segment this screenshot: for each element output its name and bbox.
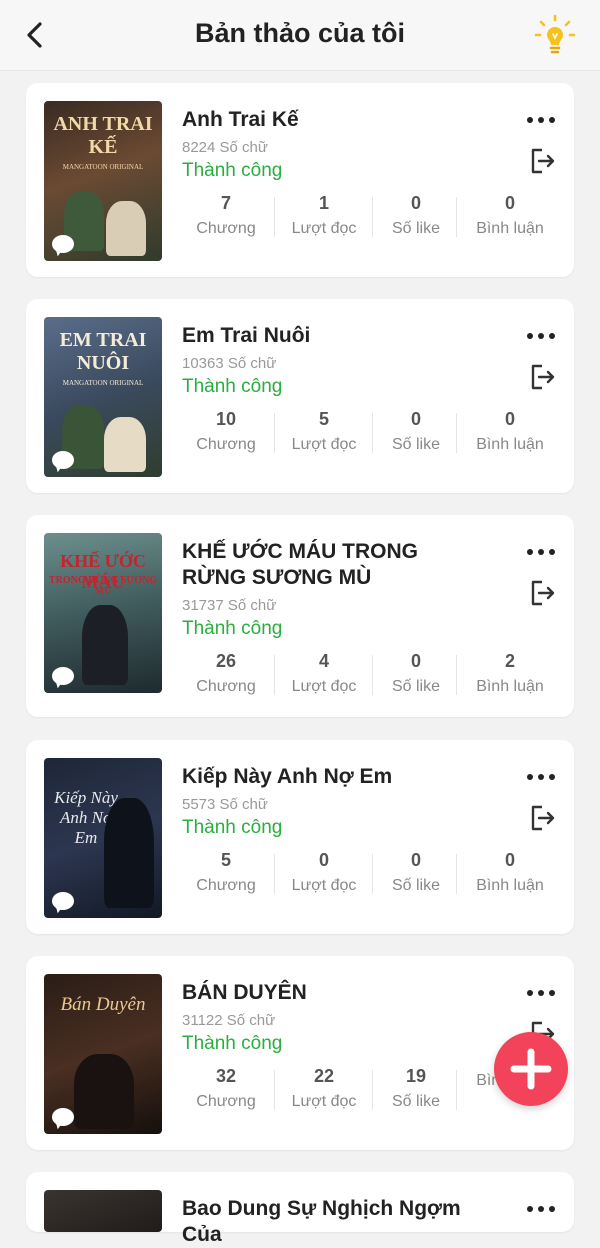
comment-bubble-icon: [52, 667, 74, 685]
more-options-icon[interactable]: [526, 1203, 556, 1215]
export-icon[interactable]: [528, 579, 556, 607]
stat-chapters: 26 Chương: [196, 651, 256, 695]
book-title: Kiếp Này Anh Nợ Em: [182, 765, 393, 788]
more-options-icon[interactable]: [526, 114, 556, 126]
book-title: KHẾ ƯỚC MÁU TRONG RỪNG SƯƠNG MÙ: [182, 540, 418, 589]
book-cover[interactable]: KHẾ ƯỚC MÁU TRONG RỪNG SƯƠNG MÙ: [44, 533, 162, 693]
page-title: Bản thảo của tôi: [194, 18, 405, 48]
book-cover[interactable]: EM TRAI NUÔI MANGATOON ORIGINAL: [44, 317, 162, 477]
book-stats: 10 Chương 5 Lượt đọc 0 Số like 0 Bình luận: [182, 409, 562, 461]
stat-chapters: 7 Chương: [196, 193, 256, 237]
book-card[interactable]: EM TRAI NUÔI MANGATOON ORIGINAL Em Trai …: [26, 299, 574, 493]
word-count: 31737 Số chữ: [182, 597, 277, 614]
book-card[interactable]: Bao Dung Sự Nghịch Ngợm Của: [26, 1172, 574, 1246]
cover-title: ANH TRAI KẾ: [53, 113, 153, 158]
stat-chapters: 10 Chương: [196, 409, 256, 453]
cover-title: Bán Duyên: [60, 994, 146, 1015]
export-icon[interactable]: [528, 147, 556, 175]
add-draft-button[interactable]: [494, 1032, 568, 1106]
app-header: Bản thảo của tôi: [0, 0, 600, 71]
more-options-icon[interactable]: [526, 987, 556, 999]
book-card[interactable]: Bán Duyên BÁN DUYÊN 31122 Số chữ Thành c…: [26, 956, 574, 1150]
stat-reads: 22 Lượt đọc: [291, 1066, 357, 1110]
stat-reads: 0 Lượt đọc: [291, 850, 357, 894]
book-cover[interactable]: ANH TRAI KẾ MANGATOON ORIGINAL: [44, 101, 162, 261]
stat-comments: 2 Bình luận: [476, 651, 544, 695]
status-label: Thành công: [182, 160, 283, 181]
stat-likes: 19 Số like: [391, 1066, 441, 1110]
book-title: BÁN DUYÊN: [182, 981, 307, 1004]
word-count: 10363 Số chữ: [182, 355, 277, 372]
book-title: Bao Dung Sự Nghịch Ngợm Của: [182, 1197, 461, 1246]
lightbulb-icon[interactable]: [533, 14, 577, 58]
stat-chapters: 32 Chương: [196, 1066, 256, 1110]
stat-chapters: 5 Chương: [196, 850, 256, 894]
book-title: Anh Trai Kế: [182, 108, 299, 131]
status-label: Thành công: [182, 376, 283, 397]
stat-comments: 0 Bình luận: [476, 409, 544, 453]
book-card[interactable]: ANH TRAI KẾ MANGATOON ORIGINAL Anh Trai …: [26, 83, 574, 277]
stat-comments: 0 Bình luận: [476, 850, 544, 894]
word-count: 8224 Số chữ: [182, 139, 268, 156]
stat-likes: 0 Số like: [391, 850, 441, 894]
cover-subtitle: MANGATOON ORIGINAL: [62, 379, 144, 387]
book-title: Em Trai Nuôi: [182, 324, 311, 347]
status-label: Thành công: [182, 1033, 283, 1054]
book-stats: 7 Chương 1 Lượt đọc 0 Số like 0 Bình luận: [182, 193, 562, 245]
stat-comments: 0 Bình luận: [476, 193, 544, 237]
comment-bubble-icon: [52, 451, 74, 469]
stat-reads: 5 Lượt đọc: [291, 409, 357, 453]
book-cover[interactable]: Bán Duyên: [44, 974, 162, 1134]
word-count: 31122 Số chữ: [182, 1012, 276, 1029]
stat-reads: 1 Lượt đọc: [291, 193, 357, 237]
cover-subtitle: TRONG RỪNG SƯƠNG MÙ: [48, 575, 158, 597]
cover-subtitle: MANGATOON ORIGINAL: [62, 163, 144, 171]
more-options-icon[interactable]: [526, 546, 556, 558]
more-options-icon[interactable]: [526, 771, 556, 783]
book-card[interactable]: KHẾ ƯỚC MÁU TRONG RỪNG SƯƠNG MÙ KHẾ ƯỚC …: [26, 515, 574, 717]
stat-likes: 0 Số like: [391, 409, 441, 453]
status-label: Thành công: [182, 817, 283, 838]
word-count: 5573 Số chữ: [182, 796, 268, 813]
stat-reads: 4 Lượt đọc: [291, 651, 357, 695]
comment-bubble-icon: [52, 892, 74, 910]
stat-likes: 0 Số like: [391, 651, 441, 695]
book-stats: 5 Chương 0 Lượt đọc 0 Số like 0 Bình luận: [182, 850, 562, 902]
cover-title: EM TRAI NUÔI: [59, 329, 147, 374]
export-icon[interactable]: [528, 804, 556, 832]
export-icon[interactable]: [528, 363, 556, 391]
comment-bubble-icon: [52, 235, 74, 253]
book-cover[interactable]: [44, 1190, 162, 1232]
book-cover[interactable]: Kiếp Này Anh Nợ Em: [44, 758, 162, 918]
plus-icon: [510, 1048, 552, 1090]
status-label: Thành công: [182, 618, 283, 639]
stat-likes: 0 Số like: [391, 193, 441, 237]
comment-bubble-icon: [52, 1108, 74, 1126]
book-stats: 26 Chương 4 Lượt đọc 0 Số like 2 Bình luận: [182, 651, 562, 703]
book-card[interactable]: Kiếp Này Anh Nợ Em Kiếp Này Anh Nợ Em 55…: [26, 740, 574, 934]
more-options-icon[interactable]: [526, 330, 556, 342]
